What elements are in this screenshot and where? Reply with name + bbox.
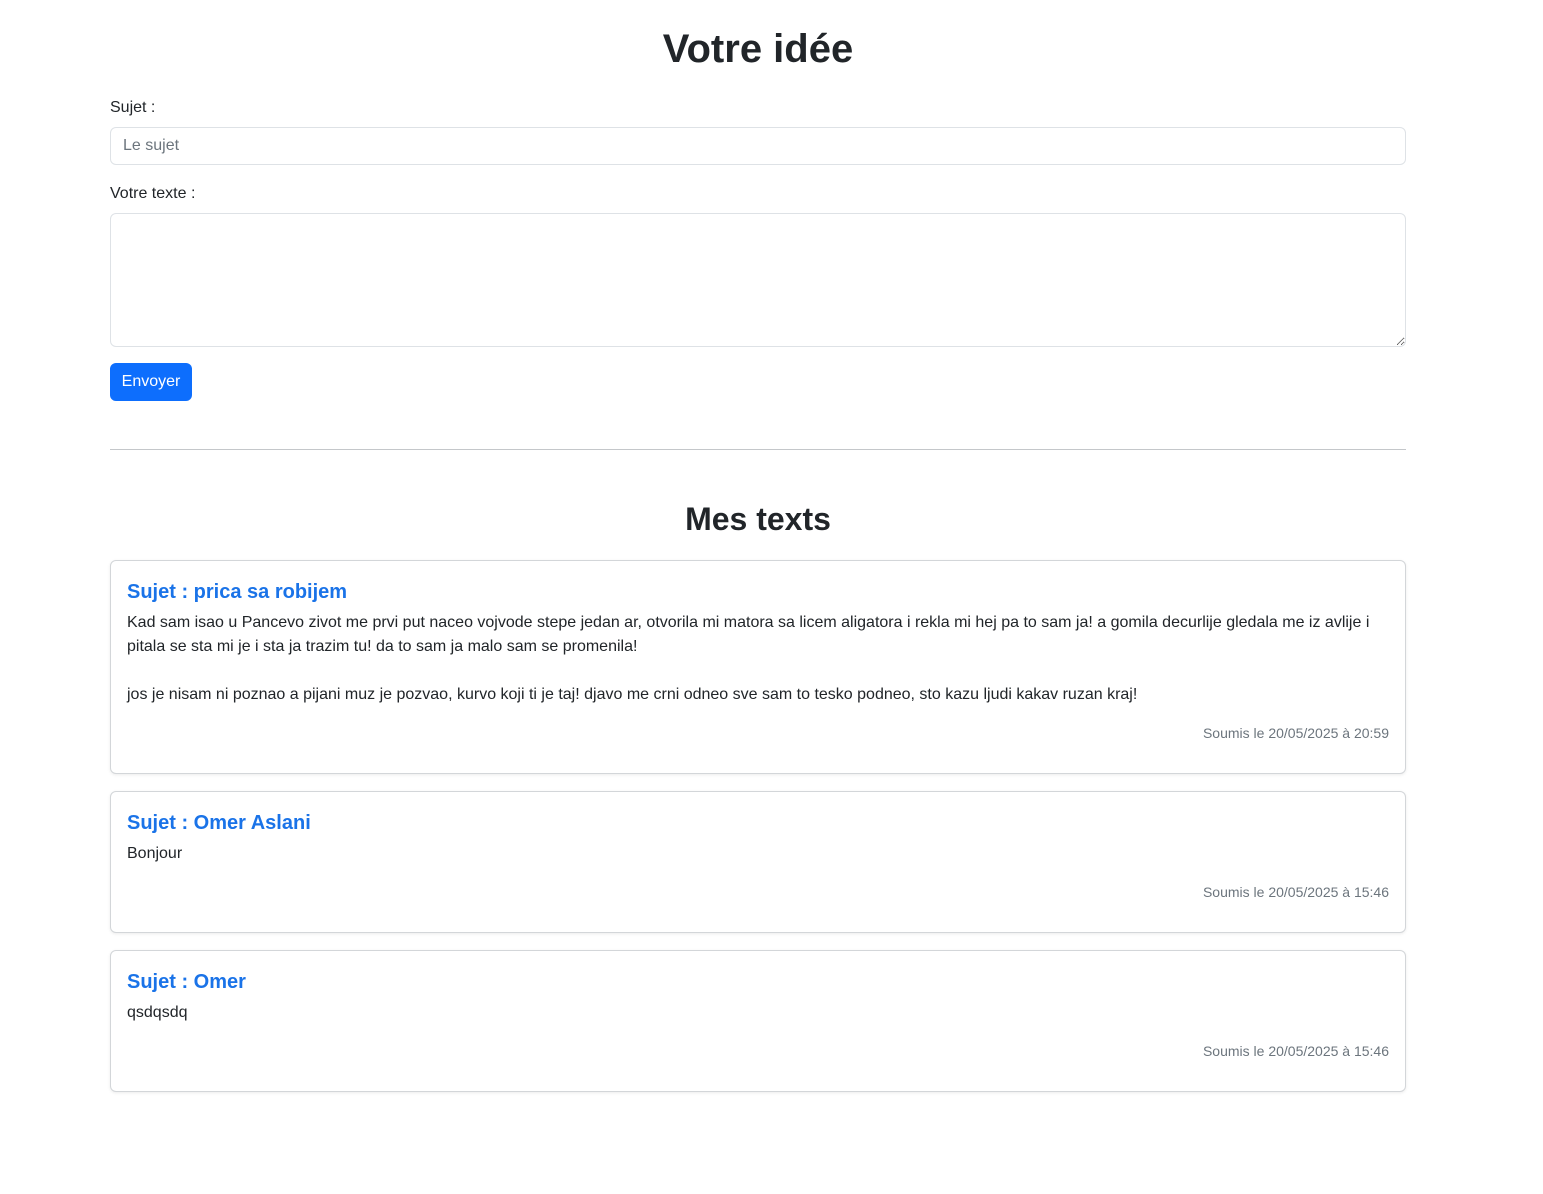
card-title: Sujet : prica sa robijem	[127, 581, 348, 603]
card-title: Sujet : Omer	[127, 971, 246, 993]
text-label: Votre texte :	[110, 185, 196, 202]
subject-input[interactable]	[110, 127, 1406, 165]
card-text: Bonjour	[127, 845, 183, 862]
card-text: qsdqsdq	[127, 1004, 188, 1021]
divider	[110, 449, 1406, 450]
card-title: Sujet : Omer Aslani	[127, 812, 311, 834]
text-card: Sujet : prica sa robijem Kad sam isao u …	[110, 560, 1406, 774]
card-date: Soumis le 20/05/2025 à 15:46	[1202, 884, 1389, 900]
card-date: Soumis le 20/05/2025 à 20:59	[1202, 725, 1389, 741]
text-card: Sujet : Omer qsdqsdq Soumis le 20/05/202…	[110, 950, 1406, 1092]
text-textarea[interactable]	[110, 213, 1406, 347]
subject-label: Sujet :	[110, 99, 156, 116]
submit-button[interactable]: Envoyer	[110, 363, 192, 401]
page-title: Votre idée	[662, 27, 854, 71]
text-card: Sujet : Omer Aslani Bonjour Soumis le 20…	[110, 791, 1406, 933]
card-date: Soumis le 20/05/2025 à 15:46	[1202, 1043, 1389, 1059]
section-title: Mes texts	[685, 501, 831, 537]
card-text: Kad sam isao u Pancevo zivot me prvi put…	[127, 614, 1370, 703]
